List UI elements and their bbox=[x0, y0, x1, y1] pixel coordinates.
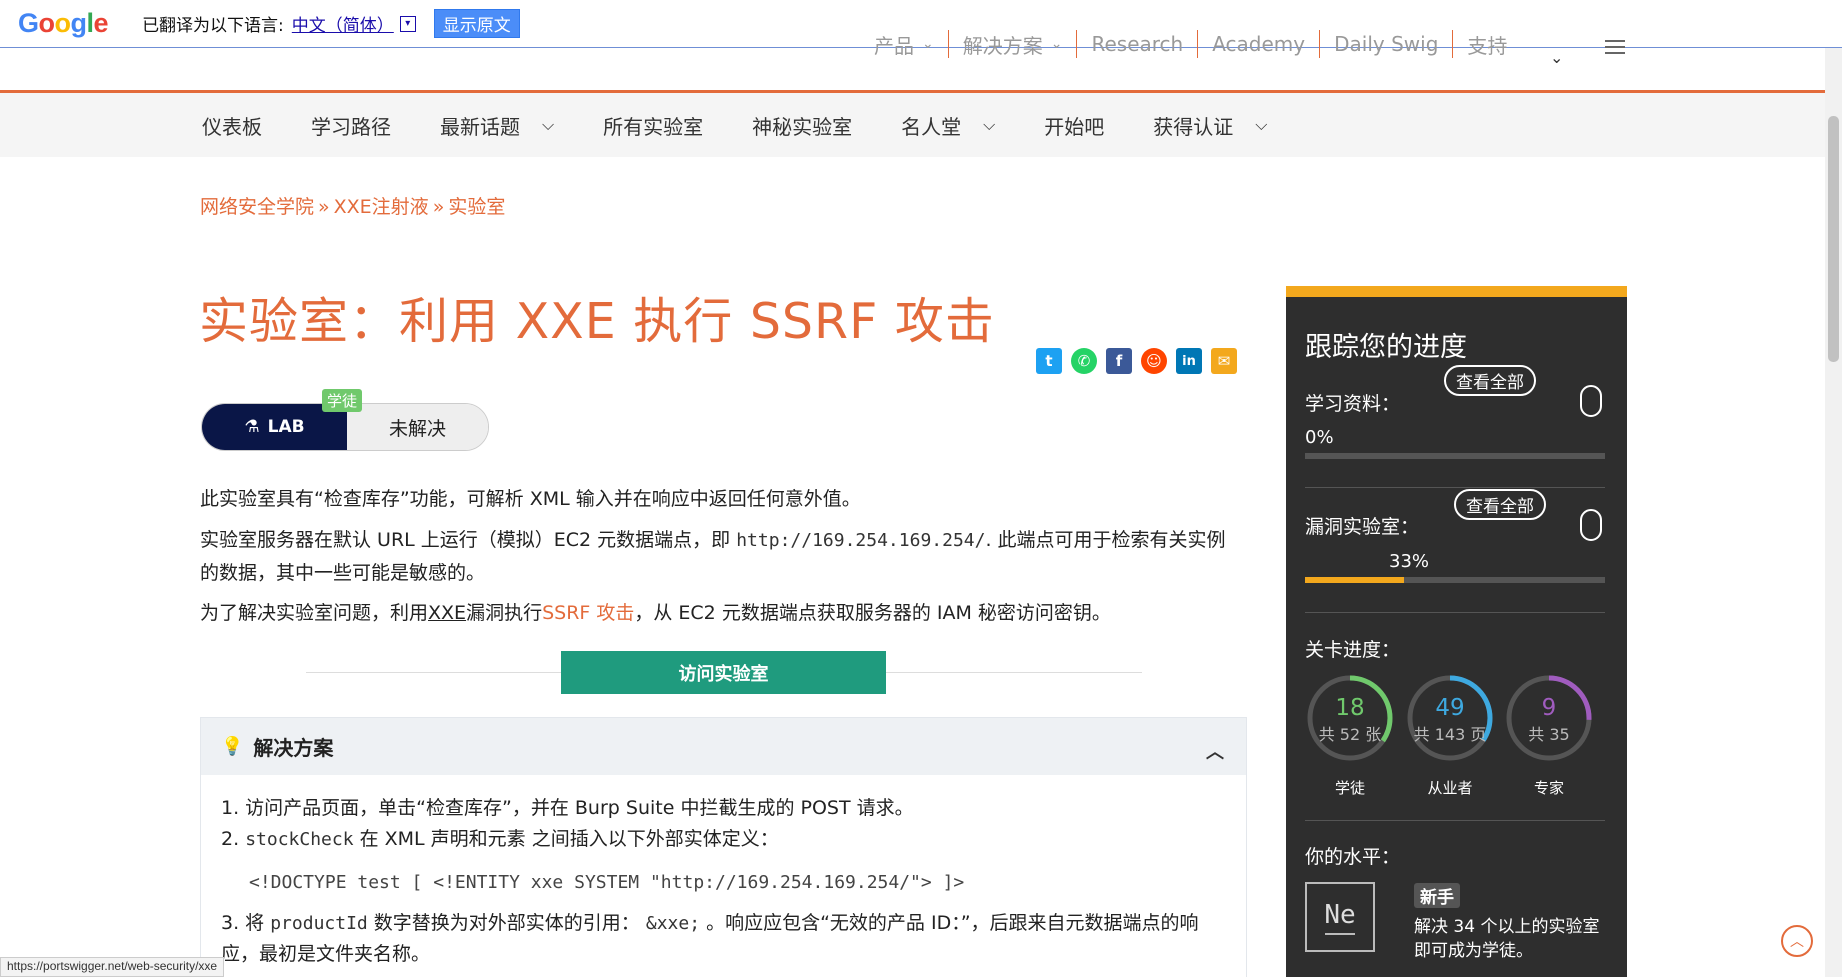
learning-progress-bar bbox=[1305, 453, 1605, 459]
level-description: 解决 34 个以上的实验室即可成为学徒。 bbox=[1414, 917, 1600, 961]
chevron-down-icon[interactable]: ⌄ bbox=[1550, 48, 1563, 67]
top-nav-support[interactable]: 支持 bbox=[1453, 30, 1521, 58]
facebook-icon[interactable]: f bbox=[1106, 348, 1132, 374]
access-lab-button[interactable]: 访问实验室 bbox=[561, 651, 886, 694]
practitioner-total: 共 143 页 bbox=[1413, 725, 1487, 744]
page-title: 实验室：利用 XXE 执行 SSRF 攻击 bbox=[199, 293, 995, 350]
breadcrumb-lab[interactable]: 实验室 bbox=[448, 196, 505, 218]
solution-panel: 💡 解决方案 ︿ 1. 访问产品页面，单击“检查库存”，并在 Burp Suit… bbox=[200, 717, 1247, 977]
sub-nav: 仪表板 学习路径 最新话题 ⌵ 所有实验室 神秘实验室 名人堂 ⌵ 开始吧 获得认证… bbox=[0, 93, 1825, 157]
labs-percent: 33% bbox=[1389, 551, 1430, 572]
show-original-button[interactable]: 显示原文 bbox=[433, 9, 520, 38]
labs-toggle[interactable] bbox=[1580, 509, 1602, 541]
progress-sidebar: 跟踪您的进度 学习资料： 查看全部 0% 漏洞实验室： 查看全部 33% 关卡进… bbox=[1286, 286, 1627, 977]
flask-icon: ⚗ bbox=[244, 417, 260, 437]
language-dropdown-icon[interactable]: ▾ bbox=[399, 15, 416, 32]
xxe-link[interactable]: XXE bbox=[428, 602, 466, 624]
sub-nav-mystery-lab[interactable]: 神秘实验室 bbox=[752, 111, 852, 140]
share-icons: t ✆ f ☺ in ✉ bbox=[1036, 348, 1237, 374]
labs-progress-bar bbox=[1305, 577, 1605, 583]
expert-label: 专家 bbox=[1533, 779, 1564, 797]
top-nav: 产品 ⌄ 解决方案 ⌄ Research Academy Daily Swig 支持 bbox=[860, 30, 1521, 58]
back-to-top-icon[interactable]: ︿ bbox=[1781, 925, 1813, 957]
divider bbox=[1305, 820, 1605, 821]
chevron-down-icon: ⌄ bbox=[922, 36, 934, 52]
solution-step-3: 3. 将 productId 数字替换为对外部实体的引用： &xxe; 。响应应… bbox=[221, 912, 1199, 965]
divider bbox=[1305, 487, 1605, 488]
level-tag: 学徒 bbox=[322, 389, 363, 412]
lab-status: 未解决 bbox=[347, 404, 488, 450]
ssrf-link[interactable]: SSRF 攻击 bbox=[542, 602, 634, 624]
twitter-icon[interactable]: t bbox=[1036, 348, 1062, 374]
description-p1: 此实验室具有“检查库存”功能，可解析 XML 输入并在响应中返回任何意外值。 bbox=[200, 488, 861, 510]
apprentice-count: 18 bbox=[1335, 695, 1365, 721]
top-nav-daily-swig[interactable]: Daily Swig bbox=[1320, 30, 1454, 58]
sub-nav-dashboard[interactable]: 仪表板 bbox=[202, 111, 262, 140]
chevron-down-icon: ⌵ bbox=[1255, 115, 1268, 134]
sub-nav-get-started[interactable]: 开始吧 bbox=[1044, 111, 1104, 140]
divider bbox=[1305, 612, 1605, 613]
chevron-down-icon: ⌄ bbox=[1050, 36, 1063, 52]
breadcrumb-academy[interactable]: 网络安全学院 bbox=[200, 196, 314, 218]
sub-nav-latest-topics[interactable]: 最新话题 ⌵ bbox=[440, 111, 554, 140]
sub-nav-all-labs[interactable]: 所有实验室 bbox=[603, 111, 703, 140]
description-p3: 为了解决实验室问题，利用XXE漏洞执行SSRF 攻击，从 EC2 元数据端点获取… bbox=[200, 602, 1111, 624]
lab-label: LAB bbox=[267, 417, 305, 437]
apprentice-label: 学徒 bbox=[1334, 779, 1365, 797]
practitioner-label: 从业者 bbox=[1427, 779, 1473, 797]
expert-total: 共 35 bbox=[1528, 725, 1570, 744]
breadcrumb: 网络安全学院» XXE注射液» 实验室 bbox=[200, 192, 505, 219]
solution-header[interactable]: 💡 解决方案 ︿ bbox=[201, 718, 1246, 775]
sidebar-title: 跟踪您的进度 bbox=[1305, 332, 1467, 363]
practitioner-count: 49 bbox=[1435, 695, 1465, 721]
lightbulb-icon: 💡 bbox=[221, 736, 244, 757]
menu-icon[interactable] bbox=[1605, 36, 1625, 58]
metadata-url: http://169.254.169.254/ bbox=[736, 530, 986, 551]
chevron-up-icon[interactable]: ︿ bbox=[1206, 738, 1224, 764]
whatsapp-icon[interactable]: ✆ bbox=[1071, 348, 1097, 374]
learning-percent: 0% bbox=[1305, 427, 1334, 448]
solution-title: 解决方案 bbox=[253, 736, 334, 760]
description-p2: 实验室服务器在默认 URL 上运行（模拟）EC2 元数据端点，即 http://… bbox=[200, 529, 1226, 584]
level-name: 新手 bbox=[1414, 883, 1460, 908]
top-nav-products[interactable]: 产品 ⌄ bbox=[860, 30, 949, 58]
top-nav-research[interactable]: Research bbox=[1077, 30, 1199, 58]
status-bar-url: https://portswigger.net/web-security/xxe bbox=[0, 957, 225, 977]
solution-step-2: 2. stockCheck 在 XML 声明和元素 之间插入以下外部实体定义： bbox=[221, 828, 779, 850]
learning-toggle[interactable] bbox=[1580, 385, 1602, 417]
expert-count: 9 bbox=[1541, 695, 1557, 721]
top-nav-academy[interactable]: Academy bbox=[1198, 30, 1321, 58]
your-level-label: 你的水平： bbox=[1305, 846, 1401, 868]
chevron-down-icon: ⌵ bbox=[983, 115, 996, 134]
linkedin-icon[interactable]: in bbox=[1176, 348, 1202, 374]
apprentice-total: 共 52 张 bbox=[1318, 725, 1382, 744]
reddit-icon[interactable]: ☺ bbox=[1141, 348, 1167, 374]
level-element-icon: Ne bbox=[1305, 882, 1375, 952]
level-progress-label: 关卡进度： bbox=[1305, 639, 1401, 661]
view-all-labs-button[interactable]: 查看全部 bbox=[1454, 489, 1546, 520]
solution-step-1: 1. 访问产品页面，单击“检查库存”，并在 Burp Suite 中拦截生成的 … bbox=[221, 797, 914, 819]
sub-nav-hall-of-fame[interactable]: 名人堂 ⌵ bbox=[901, 111, 995, 140]
language-link[interactable]: 中文（简体） bbox=[292, 11, 394, 36]
code-block: <!DOCTYPE test [ <!ENTITY xxe SYSTEM "ht… bbox=[249, 872, 965, 893]
vuln-labs-label: 漏洞实验室： bbox=[1305, 516, 1420, 538]
page-scrollbar[interactable] bbox=[1825, 48, 1842, 977]
chevron-down-icon: ⌵ bbox=[542, 115, 555, 134]
top-nav-solutions[interactable]: 解决方案 ⌄ bbox=[949, 30, 1078, 58]
learning-materials-label: 学习资料： bbox=[1305, 393, 1401, 415]
view-all-learning-button[interactable]: 查看全部 bbox=[1444, 365, 1536, 396]
breadcrumb-xxe[interactable]: XXE注射液 bbox=[334, 196, 429, 218]
sub-nav-learning-path[interactable]: 学习路径 bbox=[311, 111, 391, 140]
translated-to-label: 已翻译为以下语言: bbox=[142, 16, 284, 36]
scrollbar-thumb[interactable] bbox=[1828, 116, 1839, 362]
breadcrumb-separator: » bbox=[318, 196, 330, 218]
sub-nav-get-certified[interactable]: 获得认证 ⌵ bbox=[1153, 111, 1267, 140]
solution-body: 1. 访问产品页面，单击“检查库存”，并在 Burp Suite 中拦截生成的 … bbox=[201, 775, 1246, 977]
google-logo: Google bbox=[18, 8, 109, 38]
email-icon[interactable]: ✉ bbox=[1211, 348, 1237, 374]
breadcrumb-separator: » bbox=[432, 196, 445, 218]
